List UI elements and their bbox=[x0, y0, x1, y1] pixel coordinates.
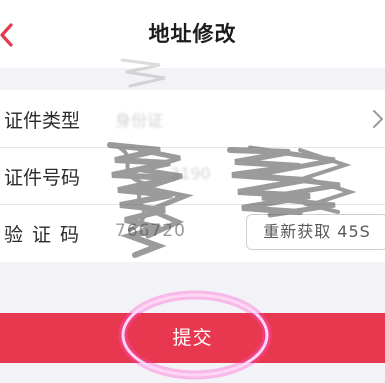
verification-code-row: 验证码 766720 重新获取 45S bbox=[0, 204, 385, 261]
id-number-label: 证件号码 bbox=[4, 167, 81, 189]
verification-code-label: 验证码 bbox=[4, 224, 89, 246]
chevron-right-icon bbox=[373, 110, 383, 128]
address-edit-screen: 地址修改 证件类型 身份证 证件号码 3190 验证码 766720 重新获取 … bbox=[0, 0, 385, 383]
resend-code-button[interactable]: 重新获取 45S bbox=[246, 214, 385, 250]
id-type-value: 身份证 bbox=[115, 111, 164, 130]
id-type-label: 证件类型 bbox=[4, 110, 81, 132]
submit-button[interactable]: 提交 bbox=[0, 313, 385, 363]
identity-form: 证件类型 身份证 证件号码 3190 验证码 766720 重新获取 45S bbox=[0, 90, 385, 262]
verification-code-input[interactable]: 766720 bbox=[115, 221, 186, 241]
page-title: 地址修改 bbox=[148, 22, 237, 46]
id-number-value[interactable]: 3190 bbox=[170, 164, 211, 183]
id-type-row[interactable]: 证件类型 身份证 bbox=[0, 90, 385, 147]
id-number-row[interactable]: 证件号码 3190 bbox=[0, 147, 385, 204]
nav-header: 地址修改 bbox=[0, 0, 385, 68]
